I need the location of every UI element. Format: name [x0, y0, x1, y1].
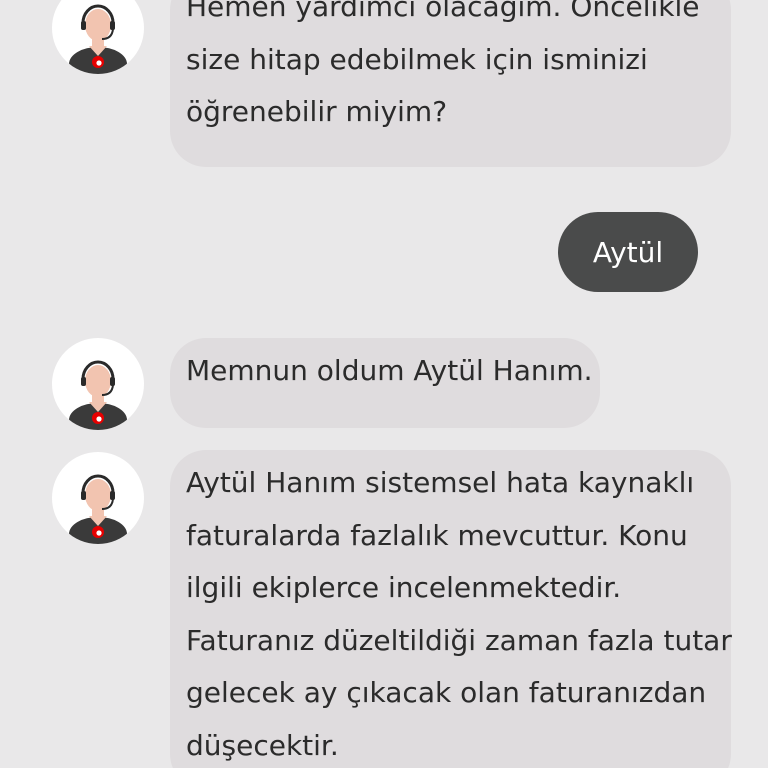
message-line: faturalarda fazlalık mevcuttur. Konu: [186, 518, 688, 552]
support-agent-headset-icon: [69, 474, 127, 544]
agent-avatar: [52, 0, 144, 74]
agent-avatar: [52, 338, 144, 430]
agent-avatar: [52, 452, 144, 544]
support-agent-headset-icon: [69, 4, 127, 74]
user-message-text: Aytül: [592, 235, 664, 269]
agent-message-bubble: Aytül Hanım sistemsel hata kaynaklı fatu…: [170, 450, 732, 768]
chat-transcript: Hemen yardımcı olacağım. Öncelikle size …: [0, 0, 768, 768]
agent-message-bubble: Hemen yardımcı olacağım. Öncelikle size …: [170, 0, 731, 167]
message-line: ilgili ekiplerce incelenmektedir.: [186, 571, 622, 604]
message-line: gelecek ay çıkacak olan faturanızdan: [186, 676, 707, 709]
user-message-bubble: Aytül: [558, 212, 698, 292]
message-line: Faturanız düzeltildiği zaman fazla tutar: [186, 623, 732, 657]
support-agent-headset-icon: [69, 360, 127, 430]
message-line: öğrenebilir miyim?: [186, 95, 448, 128]
message-line: Memnun oldum Aytül Hanım.: [186, 354, 593, 387]
message-line: düşecektir.: [186, 728, 339, 762]
message-line: size hitap edebilmek için isminizi: [186, 42, 648, 76]
agent-message-bubble: Memnun oldum Aytül Hanım.: [170, 338, 600, 428]
message-line: Hemen yardımcı olacağım. Öncelikle: [186, 0, 700, 23]
message-line: Aytül Hanım sistemsel hata kaynaklı: [186, 466, 695, 499]
